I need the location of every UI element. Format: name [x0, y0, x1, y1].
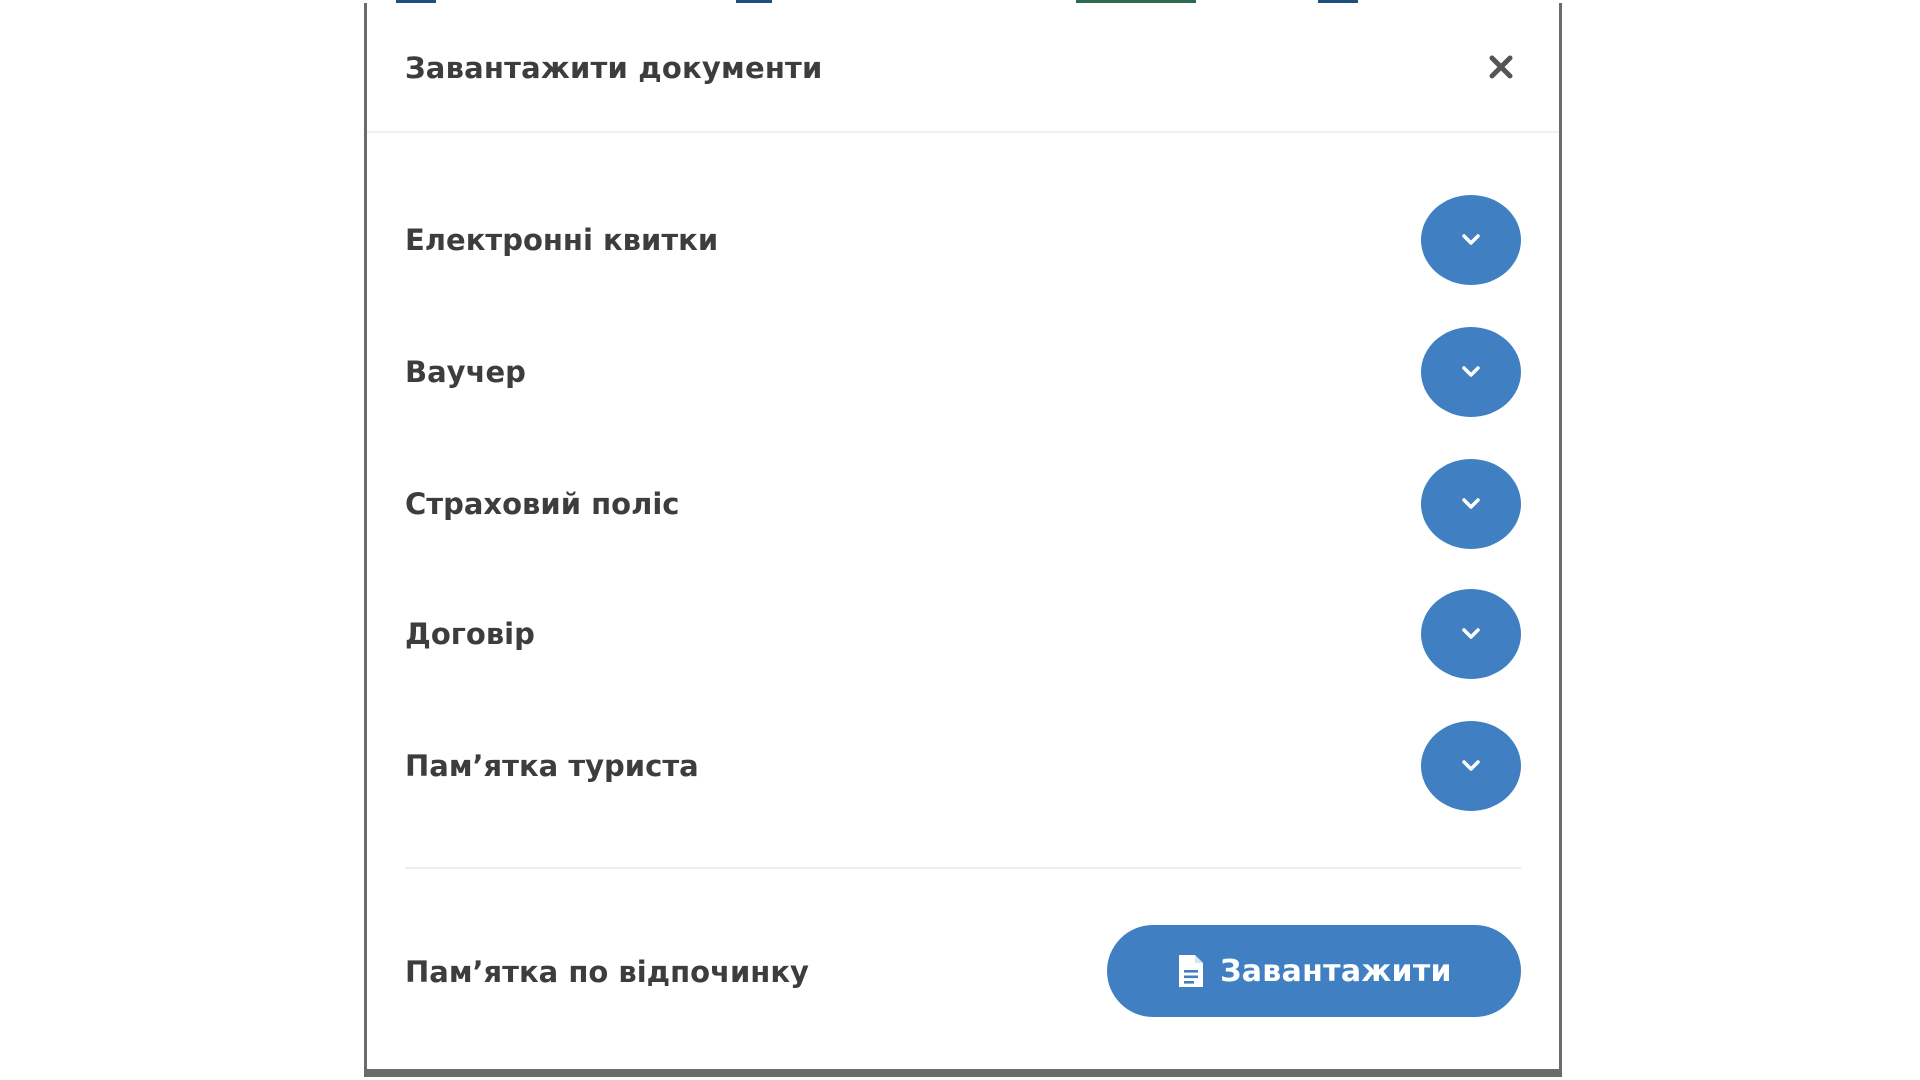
document-label: Страховий поліс	[405, 487, 680, 521]
document-row-electronic-tickets: Електронні квитки	[405, 195, 1521, 285]
expand-button-voucher[interactable]	[1421, 327, 1521, 417]
chevron-down-icon	[1462, 498, 1480, 509]
download-documents-modal: Завантажити документи Електронні квитки …	[364, 3, 1562, 1077]
document-row-voucher: Ваучер	[405, 327, 1521, 417]
chevron-down-icon	[1462, 234, 1480, 245]
close-icon	[1489, 55, 1513, 79]
document-label: Електронні квитки	[405, 223, 719, 257]
expand-button-contract[interactable]	[1421, 589, 1521, 679]
document-row-tourist-memo: Пам’ятка туриста	[405, 721, 1521, 811]
download-button-label: Завантажити	[1220, 953, 1452, 989]
expand-button-electronic-tickets[interactable]	[1421, 195, 1521, 285]
document-row-insurance-policy: Страховий поліс	[405, 459, 1521, 549]
document-label: Договір	[405, 617, 535, 651]
document-label: Ваучер	[405, 355, 526, 389]
chevron-down-icon	[1462, 628, 1480, 639]
modal-title: Завантажити документи	[405, 51, 823, 85]
document-row-contract: Договір	[405, 589, 1521, 679]
vacation-memo-label: Пам’ятка по відпочинку	[405, 955, 809, 989]
section-divider	[405, 867, 1521, 869]
download-button[interactable]: Завантажити	[1107, 925, 1521, 1017]
close-button[interactable]	[1481, 47, 1521, 87]
chevron-down-icon	[1462, 760, 1480, 771]
document-icon	[1176, 953, 1206, 989]
expand-button-insurance-policy[interactable]	[1421, 459, 1521, 549]
modal-header: Завантажити документи	[367, 3, 1559, 133]
expand-button-tourist-memo[interactable]	[1421, 721, 1521, 811]
chevron-down-icon	[1462, 366, 1480, 377]
document-label: Пам’ятка туриста	[405, 749, 699, 783]
